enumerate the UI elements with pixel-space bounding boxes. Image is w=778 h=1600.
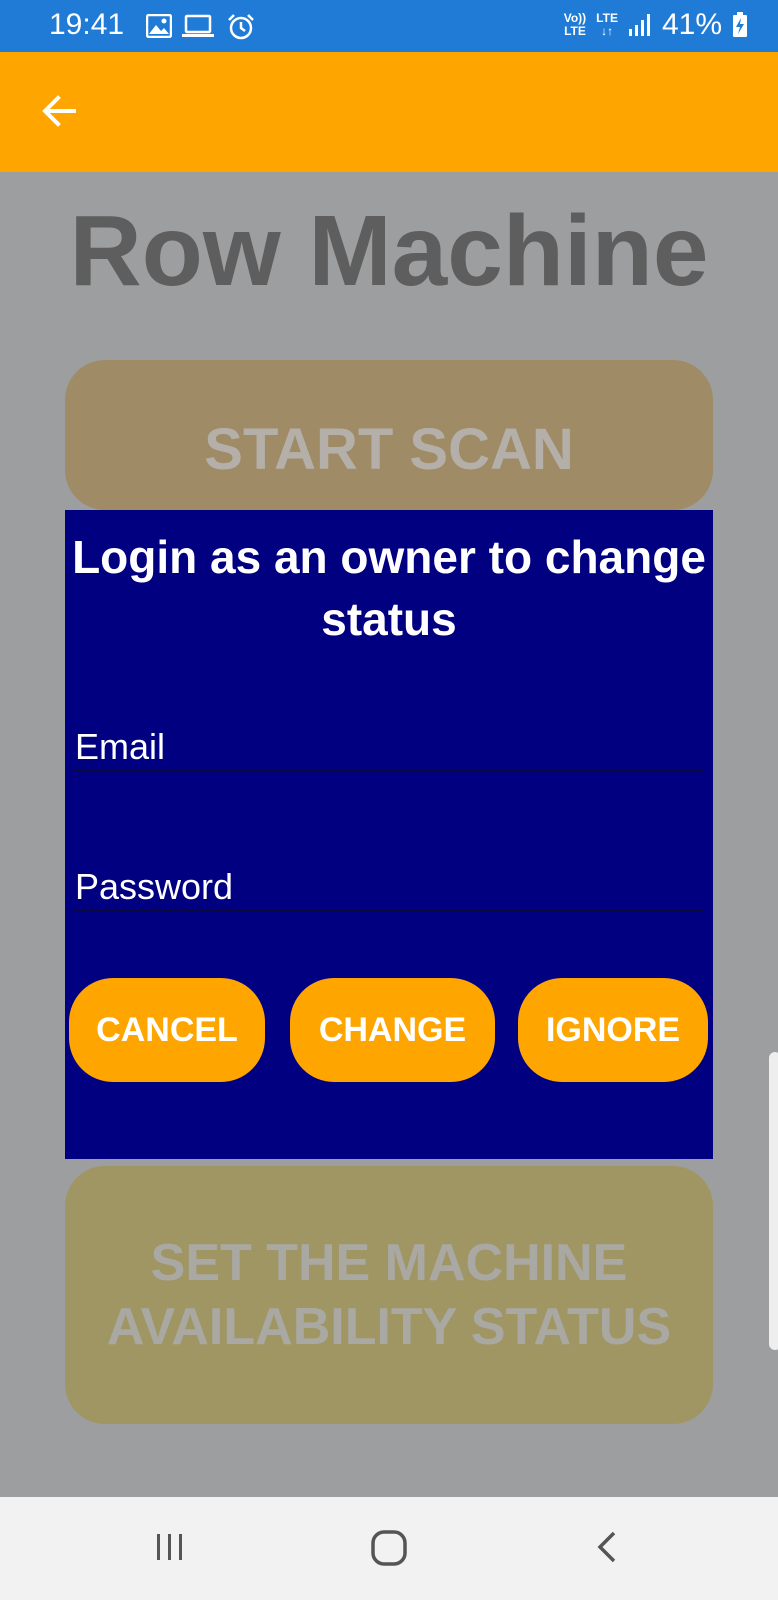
nav-bar: [0, 1497, 778, 1600]
password-field[interactable]: Password: [73, 864, 703, 912]
arrow-left-icon[interactable]: [38, 90, 80, 132]
change-button[interactable]: CHANGE: [290, 978, 495, 1082]
status-bar: 19:41 Vo)) LTE LTE ↓↑ 41%: [0, 0, 778, 52]
ignore-button[interactable]: IGNORE: [518, 978, 708, 1082]
lte-indicator: LTE ↓↑: [596, 11, 618, 38]
battery-percent: 41%: [661, 8, 722, 41]
status-time: 19:41: [49, 8, 125, 41]
home-icon[interactable]: [370, 1529, 408, 1567]
login-dialog: Login as an owner to change status Email…: [65, 510, 713, 1159]
battery-charging-icon: [733, 12, 747, 37]
set-status-button[interactable]: SET THE MACHINE AVAILABILITY STATUS: [65, 1166, 713, 1424]
start-scan-button[interactable]: START SCAN: [65, 360, 713, 510]
page-title: Row Machine: [69, 195, 709, 307]
recent-apps-icon[interactable]: [152, 1529, 188, 1565]
cancel-button[interactable]: CANCEL: [69, 978, 265, 1082]
back-icon[interactable]: [592, 1529, 622, 1565]
volte-indicator: Vo)) LTE: [563, 11, 587, 38]
laptop-icon: [182, 14, 214, 37]
dialog-title: Login as an owner to change status: [72, 531, 706, 645]
alarm-icon: [228, 14, 254, 40]
signal-icon: [628, 14, 650, 36]
email-field[interactable]: Email: [73, 724, 703, 772]
scrollbar[interactable]: [769, 1052, 778, 1350]
image-icon: [146, 14, 172, 38]
app-bar: [0, 52, 778, 172]
